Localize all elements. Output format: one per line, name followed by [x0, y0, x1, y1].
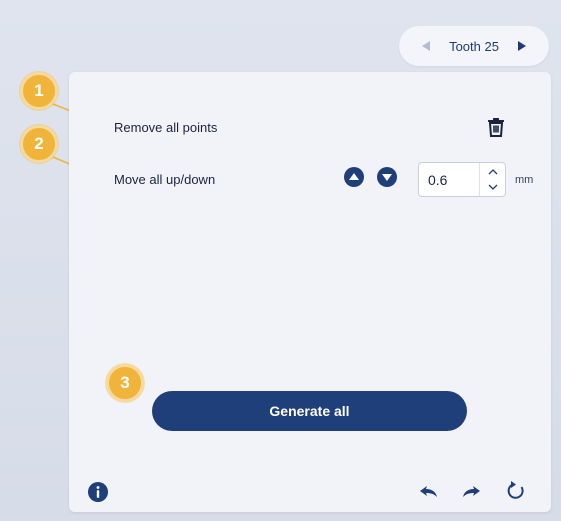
redo-icon[interactable]: [461, 482, 483, 502]
tooth-label: Tooth 25: [449, 38, 499, 54]
undo-icon[interactable]: [417, 482, 439, 502]
unit-label: mm: [515, 173, 534, 186]
move-all-row: Move all up/down mm: [69, 162, 551, 197]
chevron-down-icon[interactable]: [480, 180, 505, 197]
callout-badge-1: 1: [20, 72, 58, 110]
offset-stepper[interactable]: [418, 162, 506, 197]
info-icon[interactable]: [88, 482, 108, 502]
move-all-label: Move all up/down: [114, 172, 216, 187]
circle-arrow-down-icon[interactable]: [377, 167, 397, 187]
trash-icon[interactable]: [485, 116, 507, 138]
tooth-navigator: Tooth 25: [399, 26, 549, 66]
callout-badge-2: 2: [20, 125, 58, 163]
remove-all-label: Remove all points: [114, 119, 218, 135]
callout-badge-3: 3: [106, 364, 144, 402]
tool-panel: Remove all points Move all up/down 0.6 m…: [69, 72, 551, 512]
circle-arrow-up-icon[interactable]: [344, 167, 364, 187]
chevron-up-icon[interactable]: [480, 163, 505, 180]
triangle-left-icon[interactable]: [417, 37, 435, 55]
generate-all-button[interactable]: Generate all: [152, 391, 467, 431]
refresh-icon[interactable]: [505, 480, 527, 502]
offset-input[interactable]: [419, 171, 469, 188]
stepper-controls: [479, 163, 505, 196]
remove-all-row: Remove all points: [69, 112, 551, 142]
triangle-right-icon[interactable]: [513, 37, 531, 55]
